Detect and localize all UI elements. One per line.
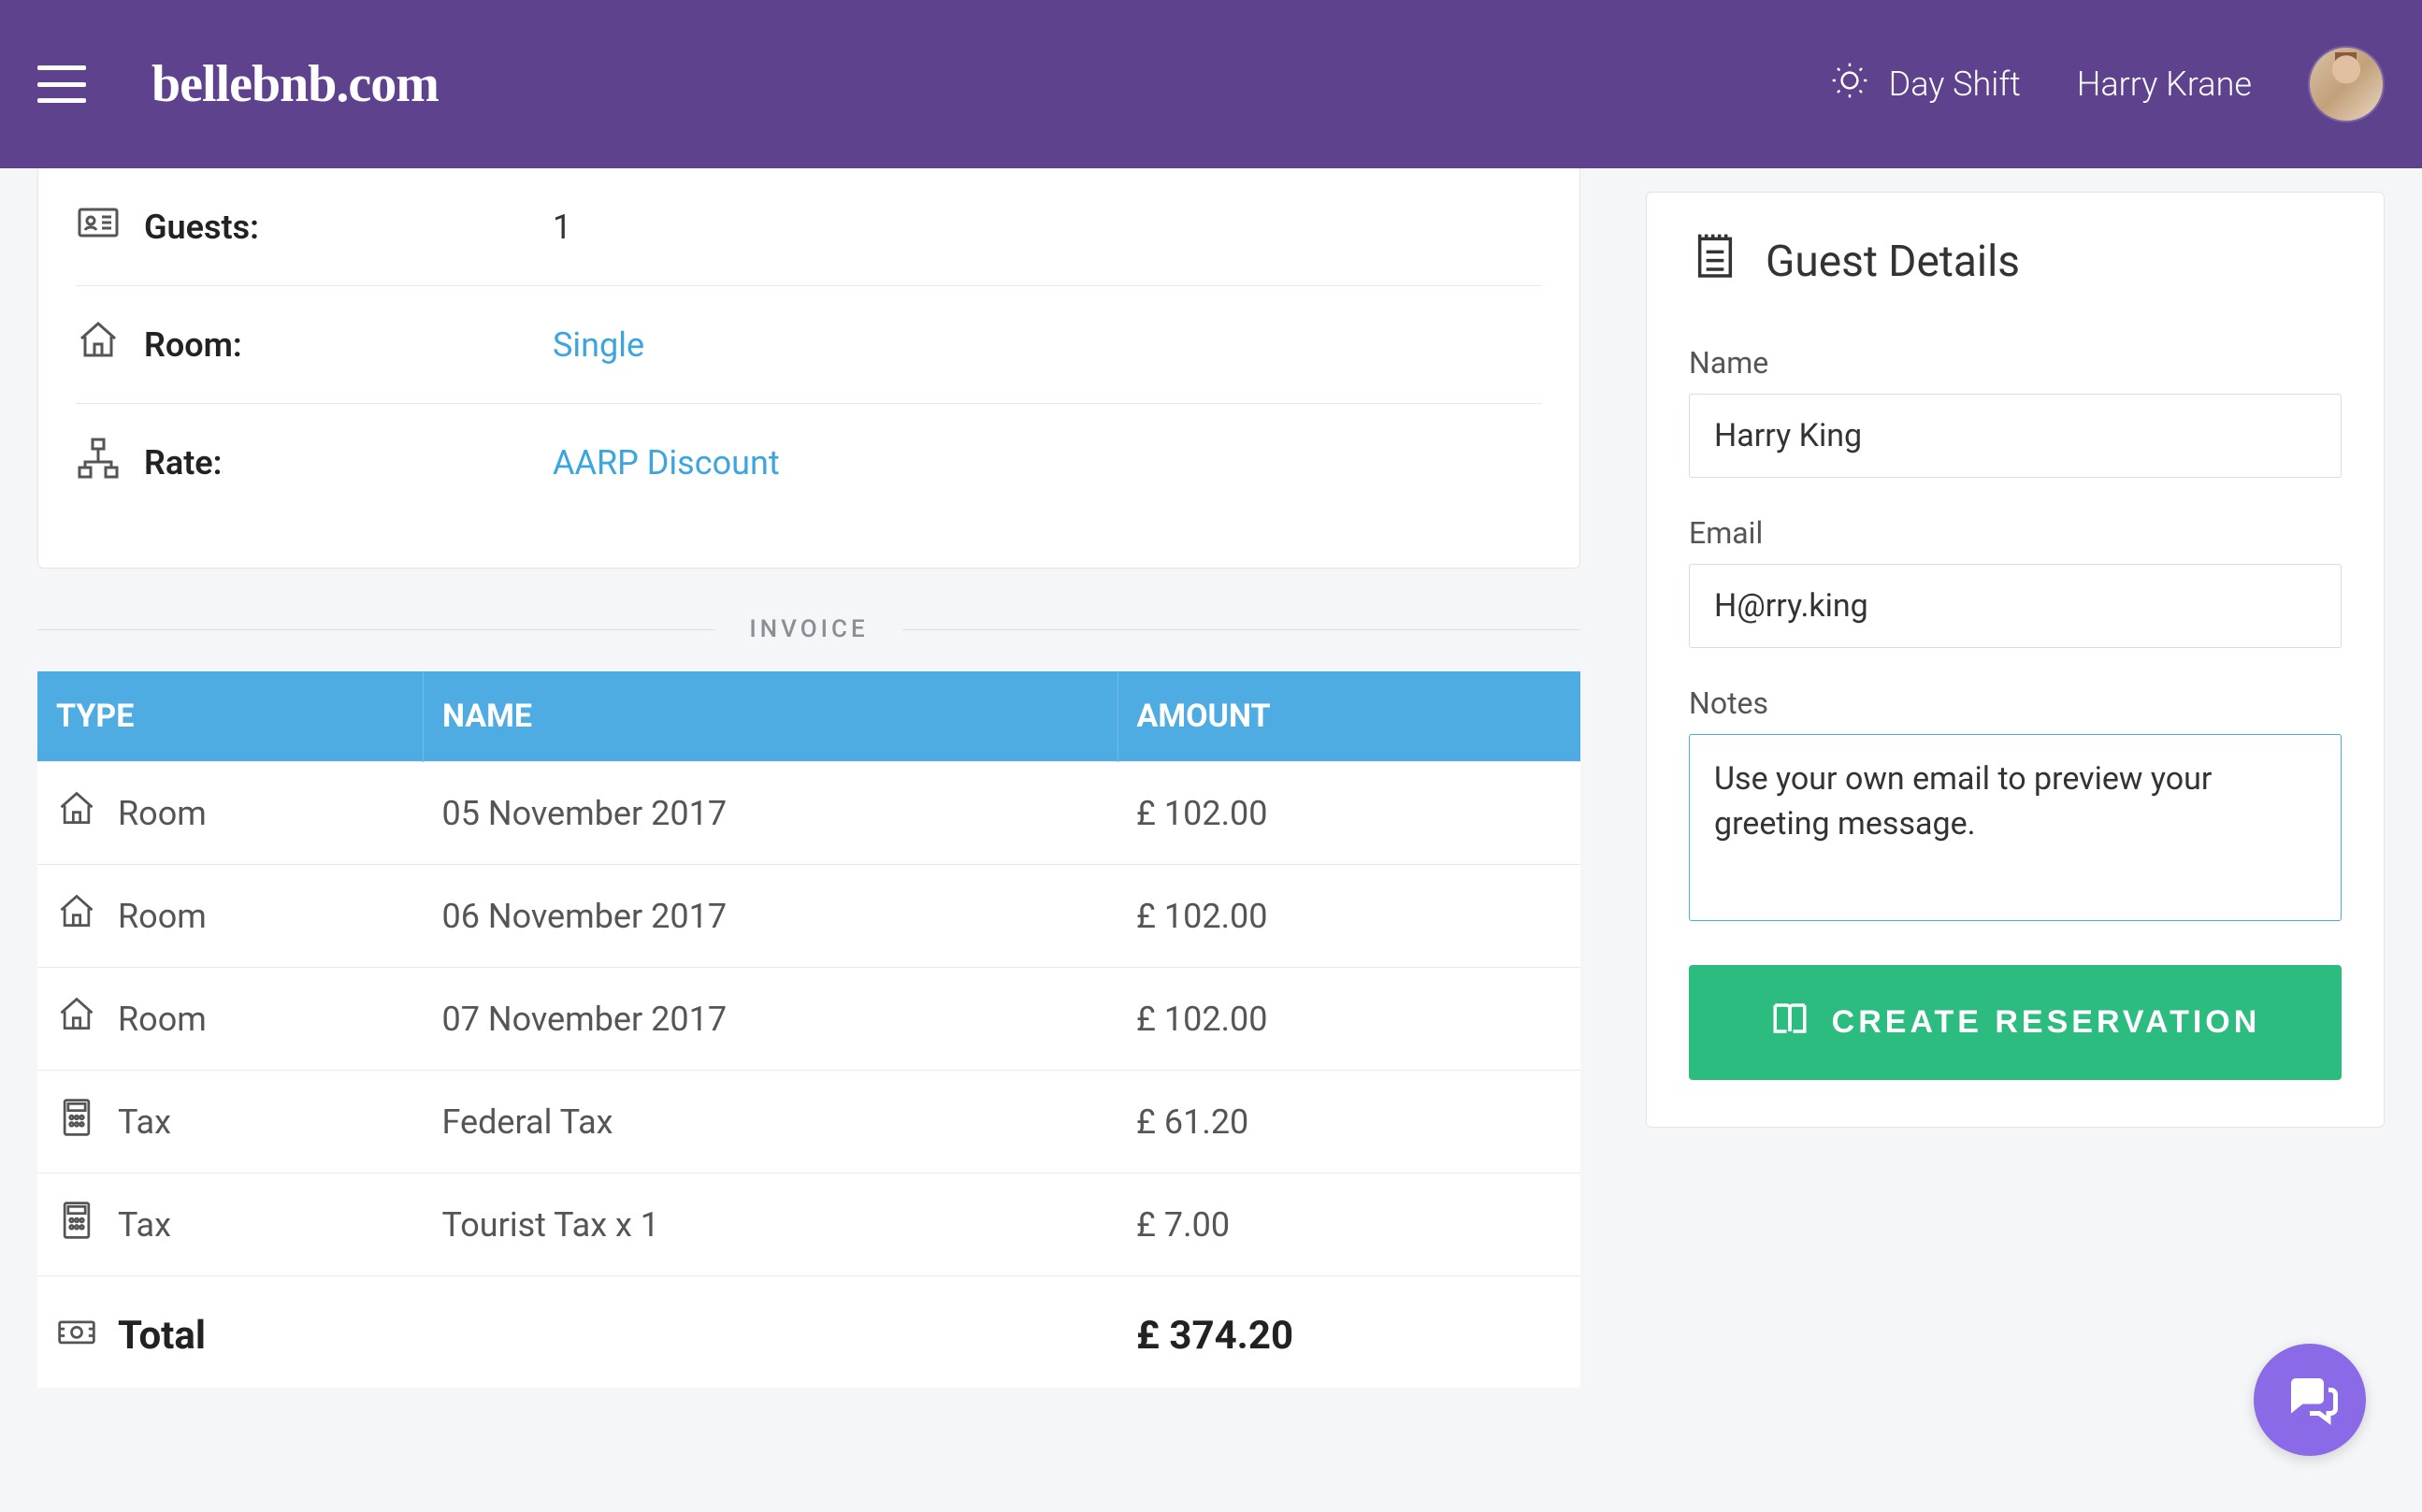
notes-label: Notes (1689, 685, 2342, 721)
sun-icon (1831, 62, 1868, 108)
cash-icon (56, 1310, 97, 1361)
name-input[interactable] (1689, 394, 2342, 478)
calculator-icon (56, 1200, 97, 1249)
calculator-icon (56, 1097, 97, 1146)
home-icon (56, 994, 97, 1044)
id-card-icon (76, 200, 121, 253)
guests-row: Guests: 1 (76, 168, 1542, 286)
col-type: TYPE (37, 671, 424, 762)
table-row: Room07 November 2017£ 102.00 (37, 968, 1580, 1071)
rate-link[interactable]: AARP Discount (553, 443, 780, 482)
user-name[interactable]: Harry Krane (2077, 65, 2252, 104)
rate-row: Rate: AARP Discount (76, 404, 1542, 521)
sitemap-icon (76, 436, 121, 489)
room-link[interactable]: Single (553, 325, 644, 365)
app-header: bellebnb.com Day Shift Harry Krane (0, 0, 2422, 168)
brand-logo[interactable]: bellebnb.com (151, 54, 439, 114)
table-row: TaxFederal Tax£ 61.20 (37, 1071, 1580, 1174)
shift-selector[interactable]: Day Shift (1831, 62, 2021, 108)
guest-details-panel: Guest Details Name Email Notes Use your … (1646, 192, 2385, 1128)
guests-value: 1 (553, 208, 571, 247)
notepad-icon (1689, 230, 1741, 294)
table-row: Room06 November 2017£ 102.00 (37, 865, 1580, 968)
create-reservation-button[interactable]: CREATE RESERVATION (1689, 965, 2342, 1080)
home-icon (76, 318, 121, 371)
menu-button[interactable] (37, 65, 86, 103)
invoice-table: TYPE NAME AMOUNT Room05 November 2017£ 1… (37, 671, 1580, 1388)
table-row: Room05 November 2017£ 102.00 (37, 762, 1580, 865)
home-icon (56, 788, 97, 838)
total-row: Total£ 374.20 (37, 1276, 1580, 1389)
col-amount: AMOUNT (1117, 671, 1580, 762)
table-row: TaxTourist Tax x 1£ 7.00 (37, 1174, 1580, 1276)
book-icon (1770, 999, 1809, 1046)
email-input[interactable] (1689, 564, 2342, 648)
name-label: Name (1689, 345, 2342, 381)
home-icon (56, 891, 97, 941)
chat-icon (2282, 1369, 2338, 1432)
panel-title: Guest Details (1689, 230, 2342, 294)
invoice-divider: INVOICE (37, 615, 1580, 643)
booking-card: Guests: 1 Room: Single Rate: (37, 168, 1580, 569)
room-row: Room: Single (76, 286, 1542, 404)
col-name: NAME (424, 671, 1118, 762)
shift-label: Day Shift (1889, 65, 2021, 104)
chat-fab[interactable] (2254, 1344, 2366, 1456)
notes-field: Notes Use your own email to preview your… (1689, 685, 2342, 928)
create-reservation-label: CREATE RESERVATION (1832, 1004, 2261, 1041)
avatar[interactable] (2308, 46, 2385, 122)
email-field: Email (1689, 515, 2342, 648)
notes-input[interactable]: Use your own email to preview your greet… (1689, 734, 2342, 921)
name-field: Name (1689, 345, 2342, 478)
email-label: Email (1689, 515, 2342, 551)
